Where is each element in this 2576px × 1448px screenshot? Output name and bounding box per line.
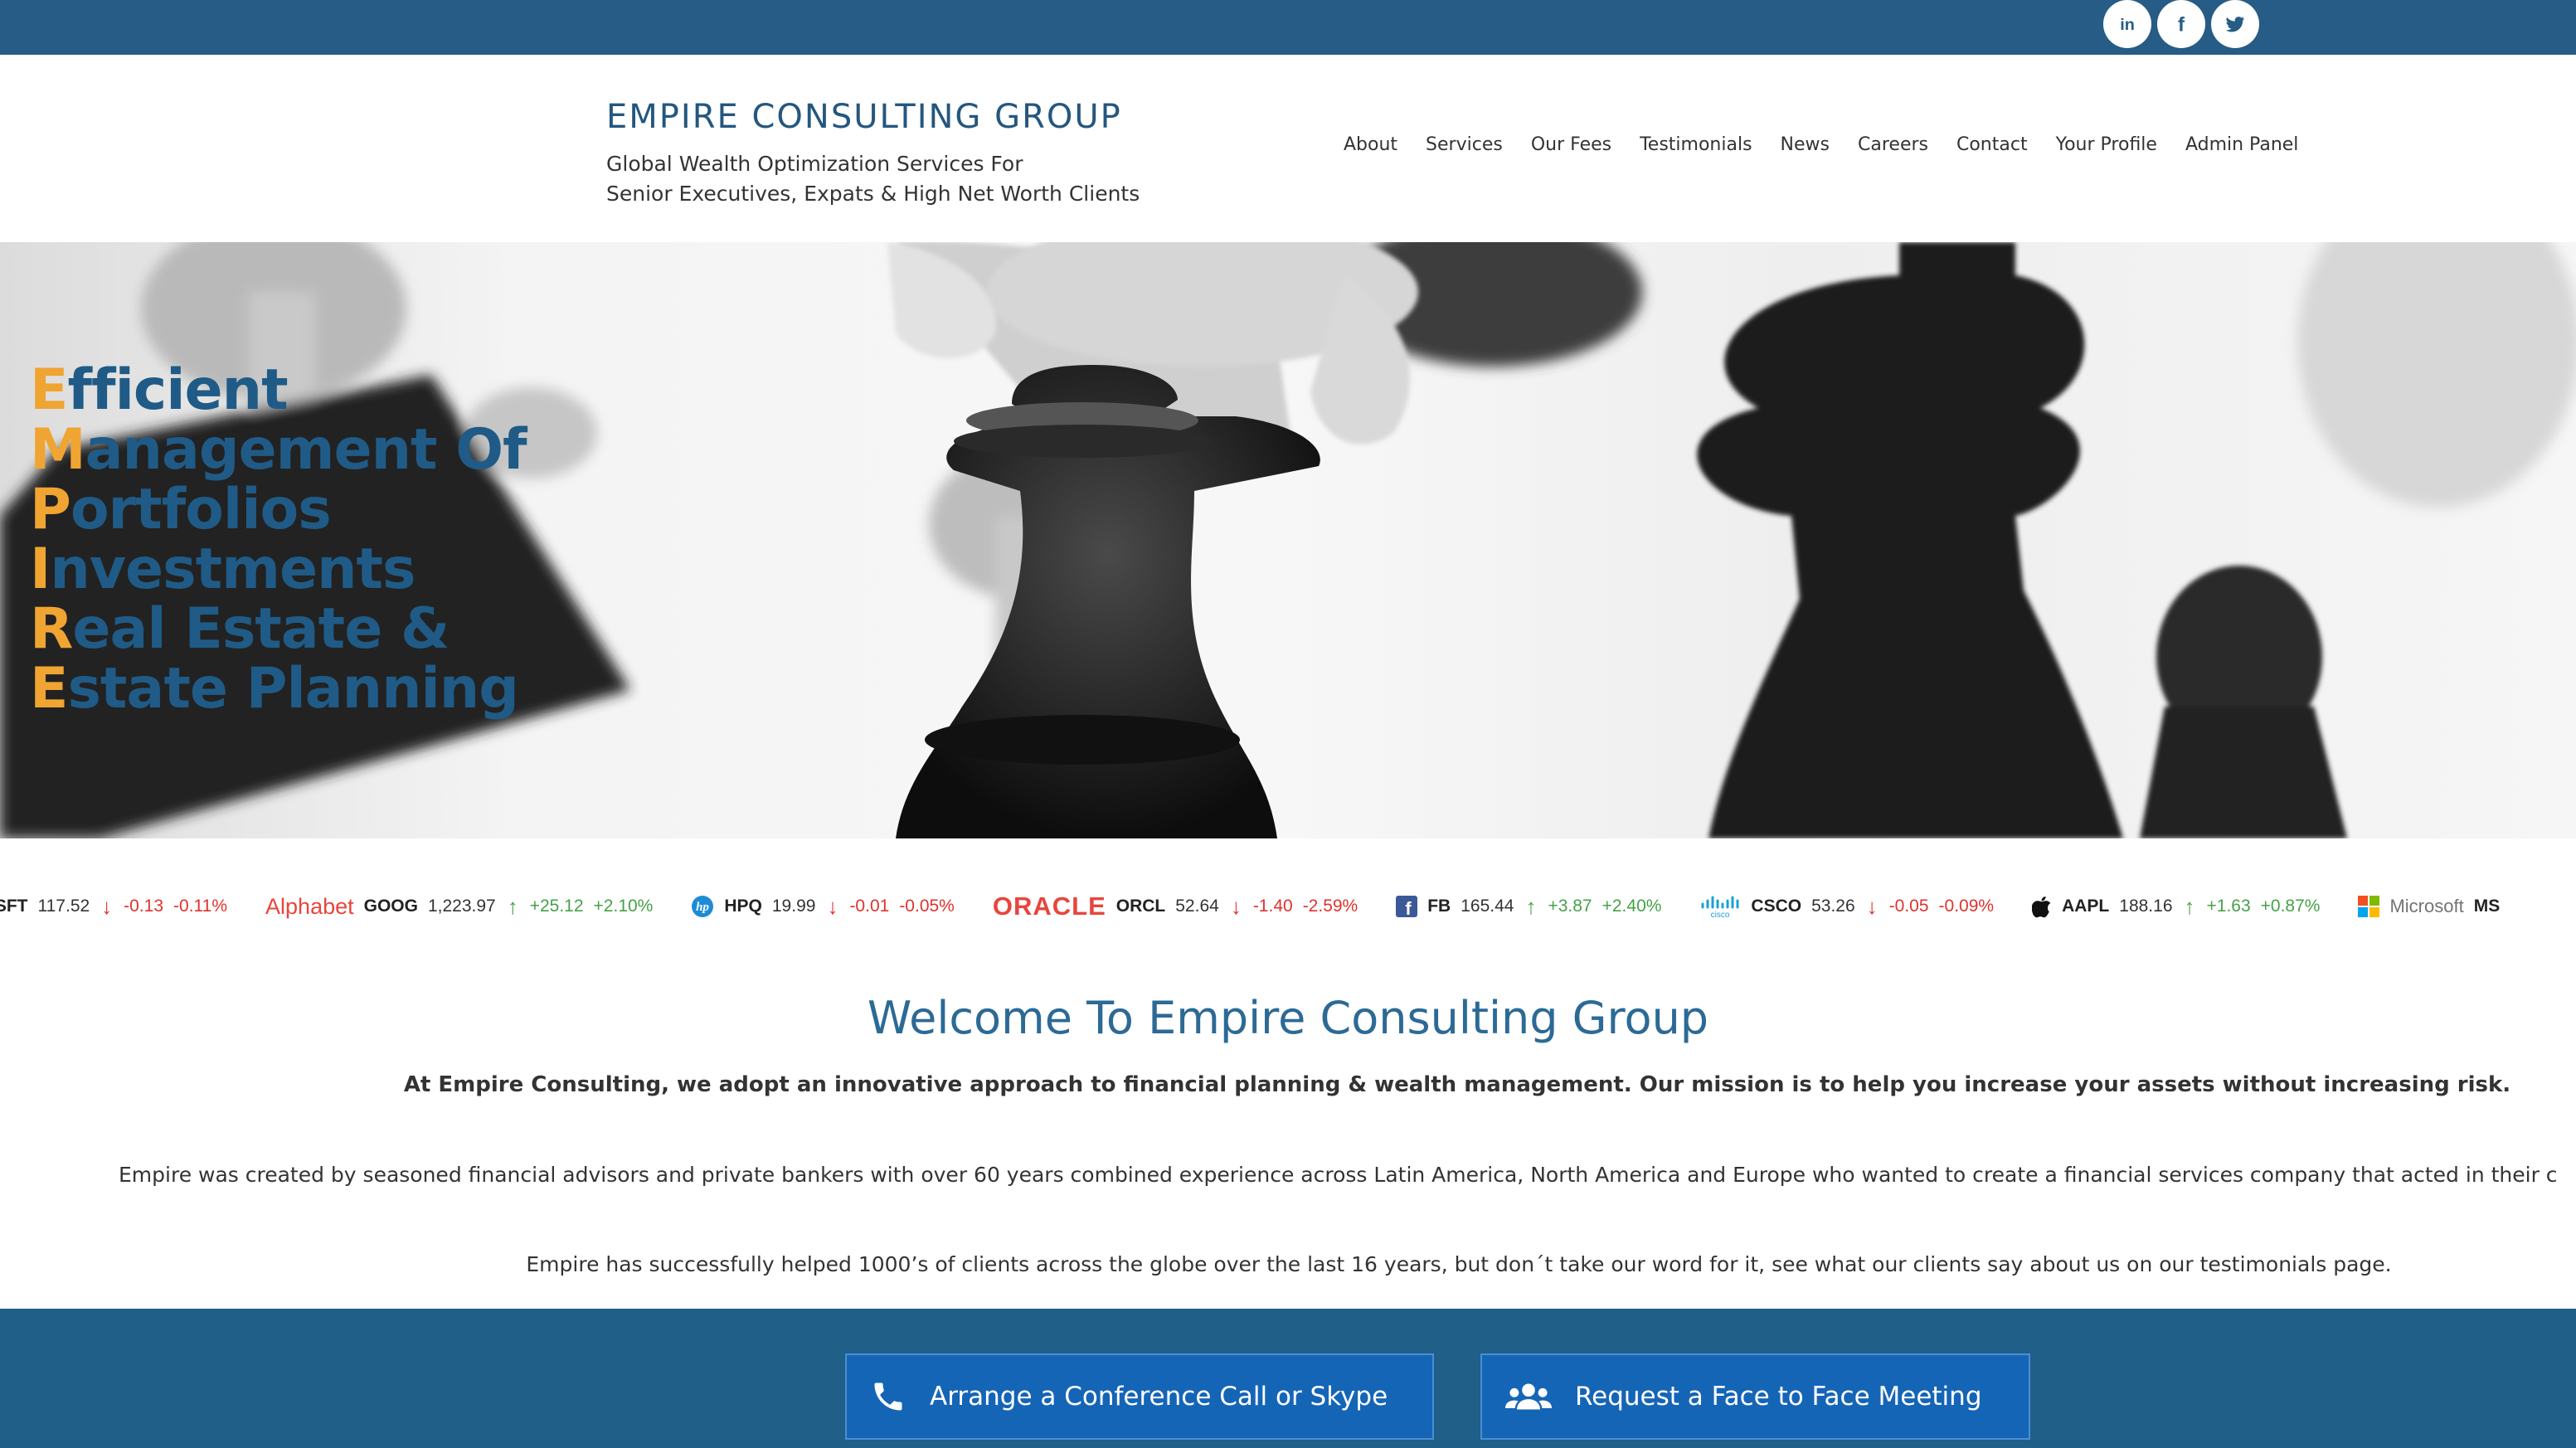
- ticker-change: +1.63: [2206, 896, 2251, 916]
- ticker-item[interactable]: Alphabet GOOG 1,223.97 ↑ +25.12 +2.10%: [265, 894, 653, 920]
- ticker-symbol: AAPL: [2062, 896, 2110, 916]
- ticker-change: -0.13: [124, 896, 164, 916]
- arrow-up-icon: ↑: [507, 893, 518, 919]
- hero-headline: Efficient Management Of Portfolios Inves…: [30, 361, 527, 719]
- ticker-symbol: HPQ: [724, 896, 762, 916]
- ticker-percent: -2.59%: [1302, 896, 1358, 916]
- ticker-percent: +0.87%: [2260, 896, 2321, 916]
- nav-careers[interactable]: Careers: [1858, 134, 1928, 155]
- welcome-paragraph-1: Empire was created by seasoned financial…: [119, 1163, 2558, 1187]
- microsoft-icon: [2358, 896, 2380, 917]
- tagline-line-2: Senior Executives, Expats & High Net Wor…: [606, 182, 1140, 206]
- brand-tagline: Global Wealth Optimization Services For …: [606, 149, 1140, 209]
- stock-ticker: ISFT 117.52 ↓ -0.13 -0.11% Alphabet GOOG…: [0, 838, 2576, 974]
- ticker-change: +25.12: [529, 896, 584, 916]
- hero-line-1: Efficient: [30, 357, 289, 423]
- arrow-up-icon: ↑: [1525, 893, 1537, 919]
- alphabet-logo: Alphabet: [265, 893, 354, 919]
- ticker-item[interactable]: ORACLE ORCL 52.64 ↓ -1.40 -2.59%: [993, 892, 1358, 921]
- tagline-line-1: Global Wealth Optimization Services For: [606, 152, 1023, 176]
- conference-call-button[interactable]: Arrange a Conference Call or Skype: [845, 1353, 1434, 1440]
- ticker-price: 165.44: [1461, 896, 1514, 916]
- nav-news[interactable]: News: [1781, 134, 1830, 155]
- top-bar: in f: [0, 0, 2576, 55]
- ticker-symbol: FB: [1427, 896, 1451, 916]
- ticker-percent: -0.09%: [1938, 896, 1995, 916]
- nav-testimonials[interactable]: Testimonials: [1640, 134, 1752, 155]
- ticker-percent: -0.05%: [899, 896, 955, 916]
- nav-services[interactable]: Services: [1426, 134, 1503, 155]
- svg-text:in: in: [2120, 16, 2135, 34]
- arrow-down-icon: ↓: [1230, 893, 1242, 919]
- oracle-logo: ORACLE: [992, 892, 1106, 921]
- hero-line-2: Management Of: [30, 417, 527, 483]
- hero-line-5: Real Estate &: [30, 596, 450, 662]
- svg-text:f: f: [2178, 14, 2185, 36]
- ticker-symbol: MS: [2473, 896, 2501, 916]
- ticker-item[interactable]: ISFT 117.52 ↓ -0.13 -0.11%: [0, 894, 227, 920]
- main-nav: About Services Our Fees Testimonials New…: [1344, 134, 2298, 155]
- cta-band: Arrange a Conference Call or Skype Reque…: [0, 1309, 2576, 1448]
- conference-call-label: Arrange a Conference Call or Skype: [930, 1382, 1388, 1412]
- svg-text:f: f: [1406, 898, 1412, 917]
- ticker-price: 1,223.97: [427, 896, 496, 916]
- ticker-price: 188.16: [2119, 896, 2173, 916]
- nav-your-profile[interactable]: Your Profile: [2056, 134, 2157, 155]
- ticker-price: 19.99: [771, 896, 816, 916]
- users-icon: [1505, 1378, 1552, 1415]
- linkedin-icon[interactable]: in: [2103, 0, 2151, 48]
- ticker-row: ISFT 117.52 ↓ -0.13 -0.11% Alphabet GOOG…: [0, 892, 2548, 921]
- ticker-item[interactable]: f FB 165.44 ↑ +3.87 +2.40%: [1396, 894, 1661, 920]
- welcome-title: Welcome To Empire Consulting Group: [867, 992, 1709, 1044]
- brand-title[interactable]: EMPIRE CONSULTING GROUP: [606, 98, 1122, 136]
- apple-icon: [2032, 895, 2052, 918]
- ticker-symbol: ORCL: [1115, 896, 1166, 916]
- hero-line-3: Portfolios: [30, 477, 332, 542]
- welcome-paragraph-2: Empire has successfully helped 1000’s of…: [526, 1252, 2392, 1276]
- ticker-item[interactable]: cisco CSCO 53.26 ↓ -0.05 -0.09%: [1699, 894, 1994, 920]
- ticker-symbol: GOOG: [363, 896, 418, 916]
- nav-our-fees[interactable]: Our Fees: [1531, 134, 1611, 155]
- ticker-price: 53.26: [1811, 896, 1855, 916]
- ticker-change: -1.40: [1252, 896, 1293, 916]
- nav-admin-panel[interactable]: Admin Panel: [2185, 134, 2298, 155]
- phone-icon: [870, 1378, 906, 1415]
- ticker-change: +3.87: [1548, 896, 1592, 916]
- ticker-percent: -0.11%: [173, 896, 228, 916]
- facebook-icon[interactable]: f: [2157, 0, 2205, 48]
- hero-line-4: Investments: [30, 537, 416, 602]
- hero-line-6: Estate Planning: [30, 656, 519, 722]
- ticker-change: -0.01: [849, 896, 890, 916]
- ticker-symbol: CSCO: [1751, 896, 1802, 916]
- cisco-icon: cisco: [1699, 894, 1741, 919]
- arrow-down-icon: ↓: [101, 893, 113, 919]
- arrow-up-icon: ↑: [2184, 893, 2195, 919]
- site-header: EMPIRE CONSULTING GROUP Global Wealth Op…: [0, 55, 2576, 242]
- hero-banner: Efficient Management Of Portfolios Inves…: [0, 242, 2576, 838]
- nav-contact[interactable]: Contact: [1956, 134, 2028, 155]
- svg-text:hp: hp: [696, 901, 709, 914]
- face-to-face-label: Request a Face to Face Meeting: [1575, 1382, 1982, 1412]
- ticker-symbol: ISFT: [0, 896, 28, 916]
- ticker-item[interactable]: AAPL 188.16 ↑ +1.63 +0.87%: [2032, 894, 2320, 920]
- ticker-percent: +2.10%: [593, 896, 654, 916]
- welcome-lead: At Empire Consulting, we adopt an innova…: [403, 1072, 2511, 1097]
- microsoft-logo-text: Microsoft: [2389, 896, 2464, 916]
- arrow-down-icon: ↓: [1866, 893, 1878, 919]
- twitter-icon[interactable]: [2211, 0, 2259, 48]
- facebook-icon: f: [1396, 896, 1418, 917]
- arrow-down-icon: ↓: [827, 893, 838, 919]
- ticker-price: 117.52: [37, 896, 90, 916]
- ticker-item[interactable]: hp HPQ 19.99 ↓ -0.01 -0.05%: [691, 894, 955, 920]
- svg-text:cisco: cisco: [1711, 911, 1730, 919]
- ticker-price: 52.64: [1175, 896, 1219, 916]
- face-to-face-button[interactable]: Request a Face to Face Meeting: [1480, 1353, 2030, 1440]
- ticker-percent: +2.40%: [1601, 896, 1662, 916]
- ticker-change: -0.05: [1888, 896, 1929, 916]
- ticker-item[interactable]: Microsoft MS: [2358, 896, 2510, 917]
- hp-icon: hp: [691, 895, 714, 918]
- nav-about[interactable]: About: [1344, 134, 1397, 155]
